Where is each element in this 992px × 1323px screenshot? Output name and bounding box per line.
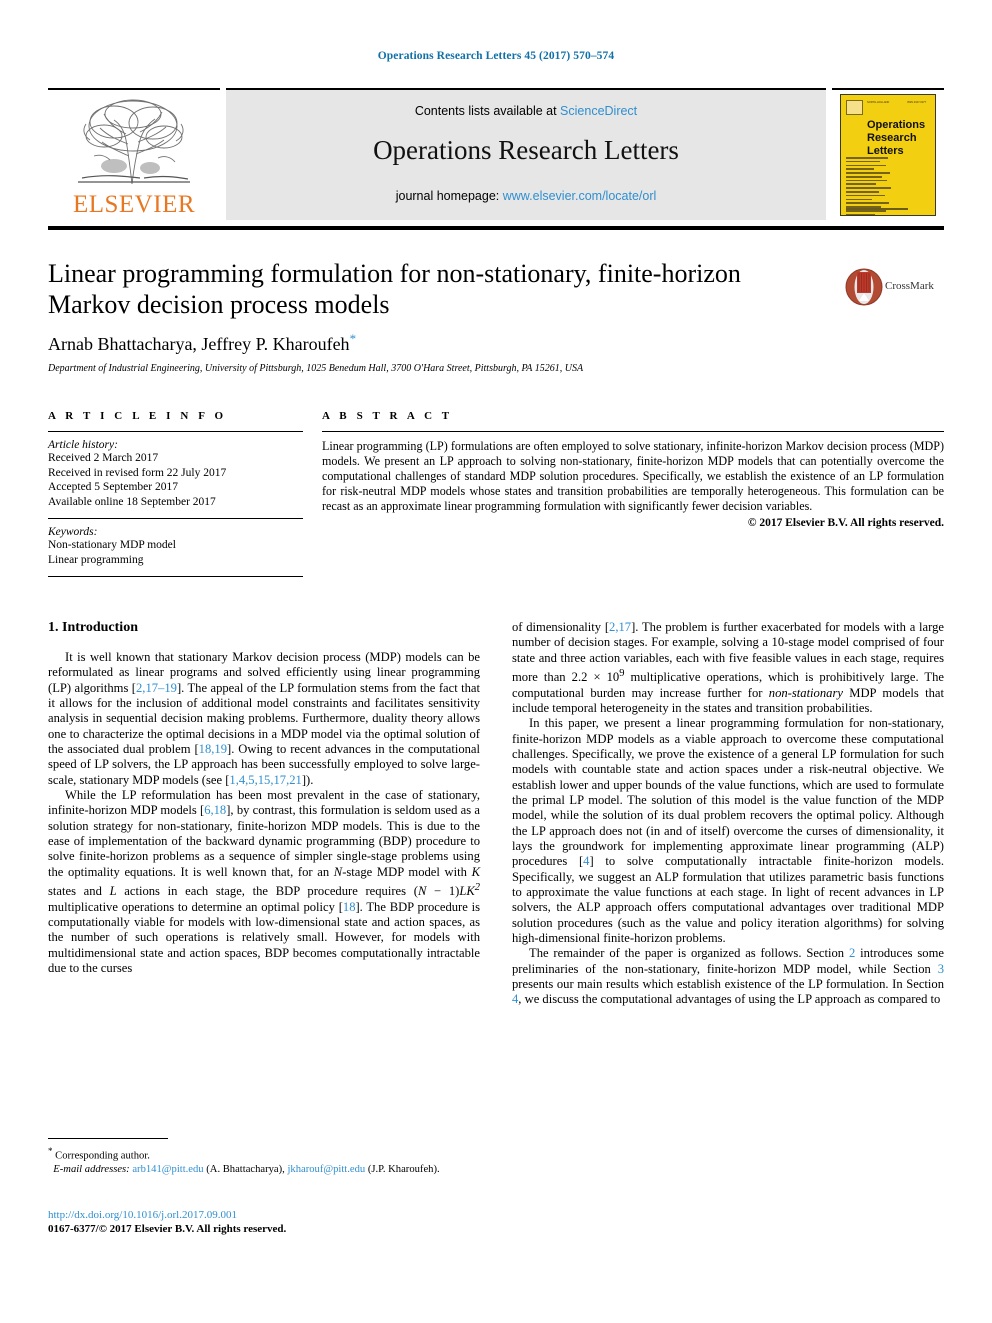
math-symbol: N (333, 864, 343, 879)
homepage-prefix: journal homepage: (395, 189, 503, 203)
corresponding-author-marker: * (349, 331, 357, 346)
citation-link[interactable]: 2 (849, 946, 855, 960)
journal-band: Contents lists available at ScienceDirec… (226, 88, 826, 220)
citation-link[interactable]: 3 (938, 962, 944, 976)
issn-copyright: 0167-6377/© 2017 Elsevier B.V. All right… (48, 1223, 287, 1235)
email-link-2[interactable]: jkharouf@pitt.edu (287, 1164, 365, 1175)
masthead-rule (48, 226, 944, 230)
cover-name-line1: Operations (867, 119, 926, 131)
crossmark-label: CrossMark (885, 280, 934, 292)
running-head: Operations Research Letters 45 (2017) 57… (377, 50, 615, 62)
elsevier-logo-block: ELSEVIER (48, 88, 220, 220)
citation-link[interactable]: 4 (512, 992, 518, 1006)
keyword-item: Linear programming (48, 553, 144, 566)
corresponding-author-text: Corresponding author. (55, 1150, 150, 1162)
page-title: Linear programming formulation for non-s… (48, 259, 741, 319)
math-symbol: K (471, 864, 480, 879)
exponent: 9 (619, 668, 625, 680)
abstract-copyright: © 2017 Elsevier B.V. All rights reserved… (747, 516, 944, 529)
history-item: Available online 18 September 2017 (48, 495, 216, 508)
abstract-text: Linear programming (LP) formulations are… (322, 439, 944, 513)
citation-link[interactable]: 18 (343, 900, 356, 914)
keyword-item: Non-stationary MDP model (48, 539, 176, 551)
cover-image: NORTH-HOLLAND ISSN 0167-6377 Operations … (840, 94, 936, 216)
math-symbol: non-stationary (768, 685, 843, 700)
journal-masthead: ELSEVIER Contents lists available at Sci… (48, 88, 944, 220)
section-heading-introduction: 1. Introduction (48, 620, 138, 635)
cover-name-line2: Research (867, 132, 917, 144)
affiliation: Department of Industrial Engineering, Un… (48, 363, 584, 374)
paragraph: It is well known that stationary Markov … (48, 650, 480, 787)
math-symbol: LK (459, 884, 475, 899)
history-item: Accepted 5 September 2017 (48, 481, 178, 493)
author-list: Arnab Bhattacharya, Jeffrey P. Kharoufeh… (48, 331, 828, 355)
author-names: Arnab Bhattacharya, Jeffrey P. Kharoufeh (48, 334, 350, 354)
journal-title: Operations Research Letters (373, 135, 679, 165)
email-owner-1: (A. Bhattacharya) (206, 1163, 283, 1175)
journal-cover-thumbnail: NORTH-HOLLAND ISSN 0167-6377 Operations … (832, 88, 944, 218)
crossmark-badge[interactable]: CrossMark (845, 268, 945, 308)
citation-link[interactable]: 6,18 (204, 803, 226, 817)
cover-publisher-logo-icon (846, 100, 863, 115)
paragraph: While the LP reformulation has been most… (48, 788, 480, 976)
body-column-left: 1. Introduction It is well known that st… (48, 620, 480, 976)
footnote-rule (48, 1138, 168, 1139)
paragraph: In this paper, we present a linear progr… (512, 716, 945, 946)
citation-link[interactable]: 18,19 (199, 742, 227, 756)
elsevier-wordmark: ELSEVIER (72, 191, 196, 218)
email-owner-2: (J.P. Kharoufeh). (367, 1163, 440, 1175)
cover-journal-name: Operations Research Letters (867, 119, 925, 158)
cover-masthead-left: NORTH-HOLLAND (867, 101, 890, 104)
journal-homepage-line: journal homepage: www.elsevier.com/locat… (226, 189, 826, 203)
article-info-column: A R T I C L E I N F O Article history: R… (48, 410, 303, 584)
math-symbol: L (109, 884, 117, 899)
email-note: E-mail addresses: arb141@pitt.edu (A. Bh… (53, 1163, 440, 1175)
contents-available-line: Contents lists available at ScienceDirec… (226, 104, 826, 118)
abstract-divider (322, 431, 944, 432)
citation-link[interactable]: 2,17 (609, 620, 631, 634)
article-info-heading: A R T I C L E I N F O (48, 410, 227, 422)
elsevier-tree-icon (78, 99, 190, 185)
footnote-block: * Corresponding author. E-mail addresses… (48, 1138, 480, 1176)
info-divider-middle (48, 518, 303, 519)
doi-block: http://dx.doi.org/10.1016/j.orl.2017.09.… (48, 1208, 480, 1236)
paper-page: Operations Research Letters 45 (2017) 57… (0, 0, 992, 1323)
contents-prefix: Contents lists available at (414, 104, 561, 118)
info-divider-top (48, 431, 303, 432)
doi-link[interactable]: http://dx.doi.org/10.1016/j.orl.2017.09.… (48, 1208, 480, 1222)
article-history-label: Article history: (48, 439, 118, 451)
crossmark-icon (845, 268, 883, 306)
info-divider-bottom (48, 576, 303, 577)
math-symbol: N (417, 884, 427, 899)
history-item: Received in revised form 22 July 2017 (48, 466, 227, 479)
title-block: Linear programming formulation for non-s… (48, 258, 828, 374)
abstract-column: A B S T R A C T Linear programming (LP) … (322, 410, 944, 529)
footnote-marker: * (48, 1146, 53, 1156)
body-column-right: of dimensionality [2,17]. The problem is… (512, 620, 944, 1008)
citation-link[interactable]: 4 (583, 854, 589, 868)
paragraph: The remainder of the paper is organized … (512, 946, 944, 1007)
cover-masthead-right: ISSN 0167-6377 (907, 101, 927, 104)
history-item: Received 2 March 2017 (48, 452, 159, 464)
citation-link[interactable]: 1,4,5,15,17,21 (229, 773, 301, 787)
keywords-label: Keywords: (48, 526, 98, 538)
email-link-1[interactable]: arb141@pitt.edu (132, 1164, 203, 1175)
journal-homepage-link[interactable]: www.elsevier.com/locate/orl (503, 189, 657, 203)
sciencedirect-link[interactable]: ScienceDirect (560, 104, 637, 118)
corresponding-author-note: * Corresponding author. (48, 1145, 480, 1163)
cover-footer-bar (846, 207, 908, 210)
exponent: 2 (474, 882, 480, 894)
paragraph: of dimensionality [2,17]. The problem is… (512, 620, 945, 715)
email-label: E-mail addresses: (53, 1163, 130, 1175)
abstract-heading: A B S T R A C T (322, 410, 453, 422)
citation-link[interactable]: 2,17–19 (136, 681, 177, 695)
